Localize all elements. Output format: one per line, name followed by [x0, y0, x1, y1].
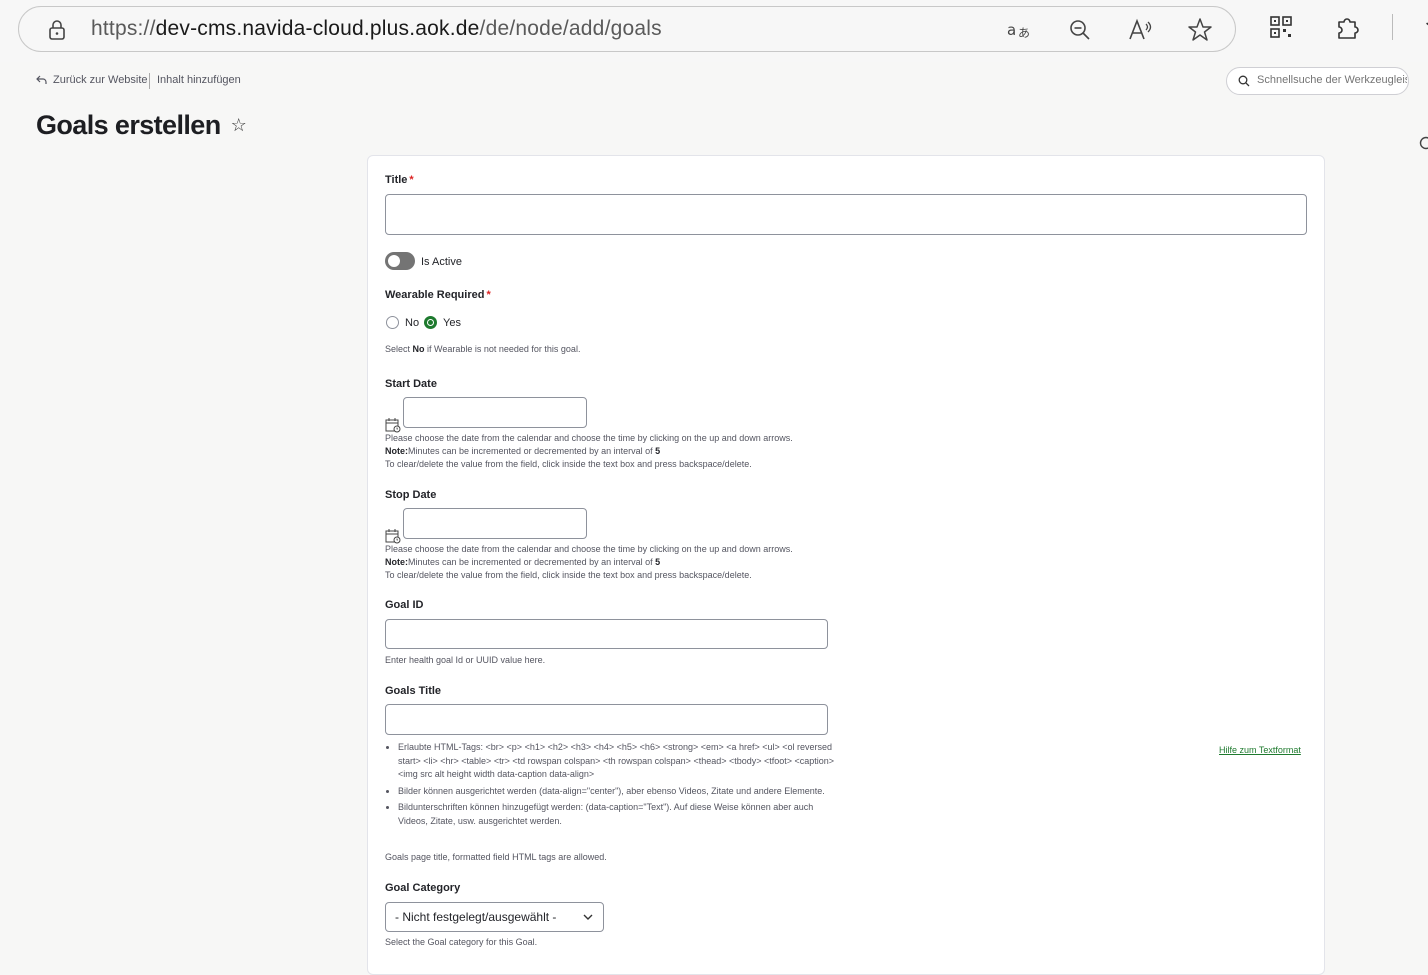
title-field-label: Title*: [385, 174, 414, 186]
toolbar-overflow-icon[interactable]: [1418, 136, 1428, 150]
date-help-line-3: To clear/delete the value from the field…: [385, 458, 793, 471]
extensions-puzzle-icon[interactable]: [1326, 12, 1368, 42]
wearable-description: Select No if Wearable is not needed for …: [385, 343, 580, 356]
breadcrumb-divider: [149, 73, 150, 89]
url-host: dev-cms.navida-cloud.plus.aok.de: [156, 17, 480, 40]
format-tip: Bilder können ausgerichtet werden (data-…: [398, 785, 838, 799]
goals-title-label: Goals Title: [385, 685, 441, 697]
date-help-line-2: Note:Minutes can be incremented or decre…: [385, 556, 793, 569]
wearable-yes-label[interactable]: Yes: [443, 317, 461, 329]
goal-id-input[interactable]: [385, 619, 828, 649]
date-help-line-2: Note:Minutes can be incremented or decre…: [385, 445, 793, 458]
wearable-no-label[interactable]: No: [405, 317, 419, 329]
goal-category-label: Goal Category: [385, 882, 460, 894]
date-help-line-1: Please choose the date from the calendar…: [385, 432, 793, 445]
toggle-knob: [388, 255, 400, 267]
wearable-no-radio[interactable]: [386, 316, 399, 329]
toolbar-quicksearch[interactable]: [1226, 67, 1409, 95]
date-help-interval: 5: [655, 446, 660, 456]
node-form-card: Title* Is Active Wearable Required* No Y…: [367, 155, 1325, 975]
wearable-yes-radio[interactable]: [424, 316, 437, 329]
page-title-text: Goals erstellen: [36, 110, 221, 141]
goal-category-select[interactable]: - Nicht festgelegt/ausgewählt -: [385, 902, 604, 932]
favorites-list-icon[interactable]: [1417, 12, 1428, 42]
date-help-line-1: Please choose the date from the calendar…: [385, 543, 793, 556]
start-date-label: Start Date: [385, 378, 437, 390]
stop-date-label: Stop Date: [385, 489, 436, 501]
goal-category-value: - Nicht festgelegt/ausgewählt -: [395, 910, 556, 924]
goal-id-description: Enter health goal Id or UUID value here.: [385, 654, 545, 667]
calendar-icon[interactable]: [385, 528, 401, 544]
svg-text:あ: あ: [1018, 26, 1030, 40]
address-bar[interactable]: https://dev-cms.navida-cloud.plus.aok.de…: [18, 6, 1236, 52]
date-help-interval: 5: [655, 557, 660, 567]
wearable-required-label: Wearable Required*: [385, 289, 491, 301]
format-tip: Bildunterschriften können hinzugefügt we…: [398, 801, 838, 828]
url-prefix: https://: [91, 17, 156, 40]
required-marker: *: [486, 289, 490, 301]
translate-icon[interactable]: aあ: [999, 15, 1041, 45]
wearable-desc-pre: Select: [385, 344, 413, 354]
wearable-label-text: Wearable Required: [385, 289, 484, 301]
date-help-line-3: To clear/delete the value from the field…: [385, 569, 793, 582]
back-to-site-link[interactable]: Zurück zur Website: [36, 74, 148, 86]
qr-code-icon[interactable]: [1260, 12, 1302, 42]
wearable-desc-post: if Wearable is not needed for this goal.: [425, 344, 581, 354]
read-aloud-icon[interactable]: [1119, 15, 1161, 45]
text-format-tips: Erlaubte HTML-Tags: <br> <p> <h1> <h2> <…: [385, 741, 838, 831]
goals-title-input[interactable]: [385, 704, 828, 735]
stop-date-input[interactable]: [403, 508, 587, 539]
date-help-note-text: Minutes can be incremented or decremente…: [408, 557, 655, 567]
back-arrow-icon: [36, 75, 47, 85]
is-active-label: Is Active: [421, 256, 462, 268]
is-active-toggle[interactable]: [385, 252, 415, 270]
chevron-down-icon: [583, 913, 593, 921]
add-content-link[interactable]: Inhalt hinzufügen: [157, 74, 241, 86]
format-tip: Erlaubte HTML-Tags: <br> <p> <h1> <h2> <…: [398, 741, 838, 782]
browser-chrome: https://dev-cms.navida-cloud.plus.aok.de…: [0, 0, 1428, 62]
goal-id-label: Goal ID: [385, 599, 424, 611]
url-text[interactable]: https://dev-cms.navida-cloud.plus.aok.de…: [91, 17, 662, 41]
toolbar-divider: [1392, 14, 1393, 40]
page-title: Goals erstellen ☆: [36, 110, 246, 141]
date-help-note-label: Note:: [385, 557, 408, 567]
date-help-note-label: Note:: [385, 446, 408, 456]
text-format-help-link[interactable]: Hilfe zum Textformat: [1219, 745, 1301, 755]
goal-category-description: Select the Goal category for this Goal.: [385, 936, 537, 949]
stop-date-help: Please choose the date from the calendar…: [385, 543, 793, 582]
shortcut-star-icon[interactable]: ☆: [231, 115, 247, 136]
calendar-icon[interactable]: [385, 417, 401, 433]
search-icon: [1238, 75, 1250, 87]
admin-toolbar: Zurück zur Website Inhalt hinzufügen: [0, 62, 1428, 100]
required-marker: *: [409, 174, 413, 186]
svg-text:a: a: [1007, 21, 1016, 39]
wearable-desc-bold: No: [413, 344, 425, 354]
start-date-input[interactable]: [403, 397, 587, 428]
quicksearch-input[interactable]: [1255, 73, 1409, 87]
title-label-text: Title: [385, 174, 407, 186]
date-help-note-text: Minutes can be incremented or decremente…: [408, 446, 655, 456]
zoom-out-icon[interactable]: [1059, 15, 1101, 45]
favorite-star-icon[interactable]: [1179, 15, 1221, 45]
start-date-help: Please choose the date from the calendar…: [385, 432, 793, 471]
url-path: /de/node/add/goals: [480, 17, 662, 40]
lock-icon[interactable]: [47, 19, 67, 41]
back-to-site-label: Zurück zur Website: [53, 74, 148, 86]
title-input[interactable]: [385, 194, 1307, 235]
goals-title-description: Goals page title, formatted field HTML t…: [385, 851, 607, 864]
